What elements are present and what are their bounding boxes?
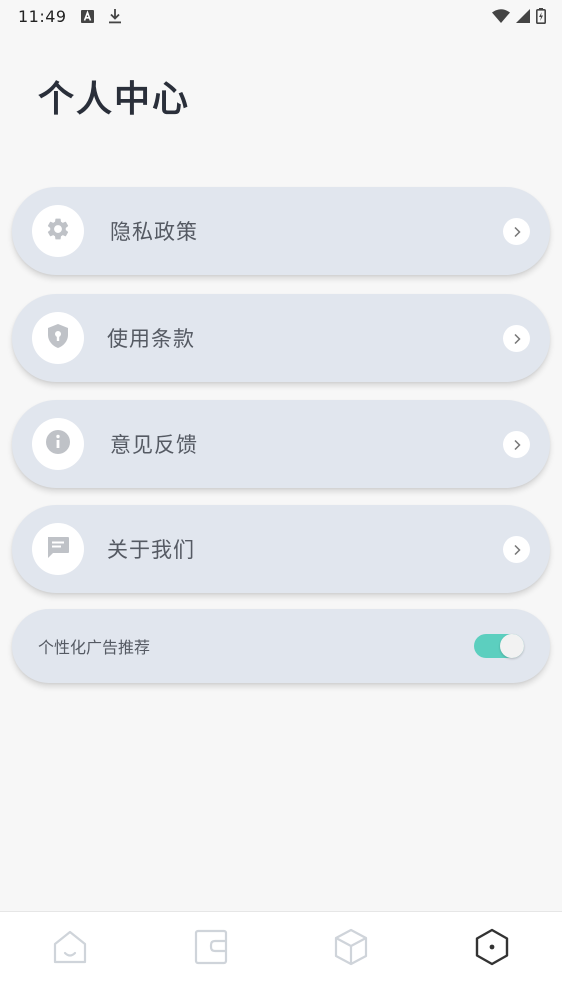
status-bar-left: 11:49 [18,7,122,26]
menu-item-label: 关于我们 [107,538,195,562]
menu-item-label: 意见反馈 [110,433,198,457]
home-icon [51,928,89,970]
gear-icon [45,216,71,246]
wifi-icon [492,9,510,23]
menu-item-about-us[interactable]: 关于我们 [12,505,550,593]
download-icon [108,8,122,24]
bottom-nav [0,911,562,1000]
menu-item-terms-of-use[interactable]: 使用条款 [12,294,550,382]
cube-icon [332,927,370,971]
menu-icon-circle [32,523,84,575]
menu-icon-circle [32,418,84,470]
info-icon [45,429,71,459]
status-time: 11:49 [18,6,67,26]
personalized-ads-row: 个性化广告推荐 [12,609,550,683]
toggle-knob [500,634,524,658]
nav-tab-profile[interactable] [462,919,522,979]
chat-bubble-icon [45,534,71,564]
shield-lock-icon [46,323,70,353]
nav-tab-home[interactable] [40,919,100,979]
status-bar-right [492,8,546,24]
battery-charging-icon [536,8,546,24]
menu-item-label: 使用条款 [107,327,195,351]
chevron-right-icon [503,536,530,563]
menu-icon-circle [32,205,84,257]
nav-tab-wallet[interactable] [181,919,241,979]
chevron-right-icon [503,218,530,245]
page-title: 个人中心 [38,79,191,120]
menu-item-label: 隐私政策 [110,220,198,244]
signal-icon [516,9,530,23]
personalized-ads-toggle[interactable] [474,634,524,658]
hexagon-profile-icon [473,927,511,971]
a-box-icon [80,9,94,23]
status-bar: 11:49 [0,0,562,32]
chevron-right-icon [503,431,530,458]
chevron-right-icon [503,325,530,352]
menu-icon-circle [32,312,84,364]
menu-item-privacy-policy[interactable]: 隐私政策 [12,187,550,275]
personalized-ads-label: 个性化广告推荐 [38,638,151,657]
menu-item-feedback[interactable]: 意见反馈 [12,400,550,488]
nav-tab-cube[interactable] [321,919,381,979]
wallet-icon [193,928,229,970]
